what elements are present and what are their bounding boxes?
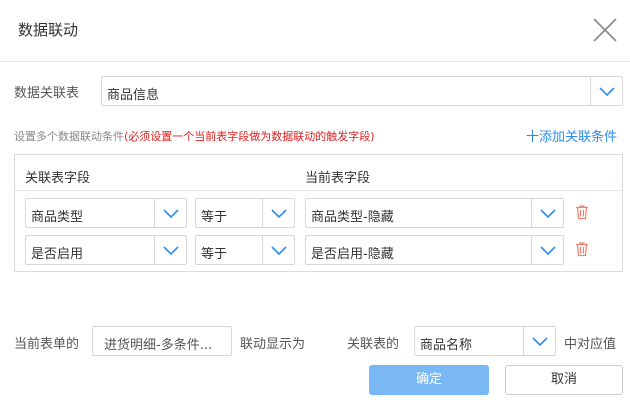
add-condition-link[interactable]: 十添加关联条件 xyxy=(526,126,617,145)
related-display-field-value: 商品名称 xyxy=(420,338,473,353)
condition-related-field-value: 商品类型 xyxy=(31,210,84,225)
column-header-related: 关联表字段 xyxy=(25,171,91,186)
chevron-down-icon[interactable] xyxy=(531,236,563,264)
condition-operator-select[interactable]: 等于 xyxy=(195,235,295,265)
header-divider xyxy=(0,61,630,62)
chevron-down-icon[interactable] xyxy=(523,327,555,355)
dialog-title: 数据联动 xyxy=(18,21,79,39)
column-header-current: 当前表字段 xyxy=(305,171,371,186)
condition-current-field-select[interactable]: 是否启用-隐藏 xyxy=(305,235,564,265)
conditions-hint-text: 设置多个数据联动条件 xyxy=(14,130,124,143)
conditions-hint: 设置多个数据联动条件(必须设置一个当前表字段做为数据联动的触发字段) xyxy=(14,128,375,144)
delete-condition-icon[interactable] xyxy=(574,241,590,257)
related-table-select[interactable]: 商品信息 xyxy=(101,76,623,106)
chevron-down-icon[interactable] xyxy=(154,236,186,264)
chevron-down-icon[interactable] xyxy=(154,199,186,227)
related-display-field-select[interactable]: 商品名称 xyxy=(414,326,556,356)
current-form-field[interactable]: 进货明细-多条件... xyxy=(92,326,232,356)
panel-header-divider xyxy=(15,190,622,191)
related-table-value: 商品信息 xyxy=(107,88,160,103)
condition-operator-value: 等于 xyxy=(201,247,228,262)
close-icon[interactable] xyxy=(590,15,620,45)
condition-related-field-value: 是否启用 xyxy=(31,247,84,262)
chevron-down-icon[interactable] xyxy=(531,199,563,227)
condition-current-field-value: 是否启用-隐藏 xyxy=(311,247,394,262)
condition-current-field-select[interactable]: 商品类型-隐藏 xyxy=(305,198,564,228)
related-table-label: 数据关联表 xyxy=(14,86,80,101)
condition-operator-value: 等于 xyxy=(201,210,228,225)
corresponding-value-label: 中对应值 xyxy=(564,337,617,352)
chevron-down-icon[interactable] xyxy=(262,236,294,264)
current-form-label: 当前表单的 xyxy=(14,337,80,352)
condition-operator-select[interactable]: 等于 xyxy=(195,198,295,228)
show-as-label: 联动显示为 xyxy=(240,337,306,352)
related-table-of-label: 关联表的 xyxy=(347,337,400,352)
cancel-button[interactable]: 取消 xyxy=(505,365,623,395)
condition-related-field-select[interactable]: 是否启用 xyxy=(25,235,187,265)
current-form-field-value: 进货明细-多条件... xyxy=(104,338,213,353)
chevron-down-icon[interactable] xyxy=(262,199,294,227)
conditions-hint-required: (必须设置一个当前表字段做为数据联动的触发字段) xyxy=(124,130,375,143)
delete-condition-icon[interactable] xyxy=(574,204,590,220)
condition-related-field-select[interactable]: 商品类型 xyxy=(25,198,187,228)
data-linkage-dialog: 数据联动 数据关联表 商品信息 设置多个数据联动条件(必须设置一个当前表字段做为… xyxy=(0,0,630,412)
condition-current-field-value: 商品类型-隐藏 xyxy=(311,210,394,225)
confirm-button[interactable]: 确定 xyxy=(369,365,489,395)
chevron-down-icon[interactable] xyxy=(590,77,622,105)
